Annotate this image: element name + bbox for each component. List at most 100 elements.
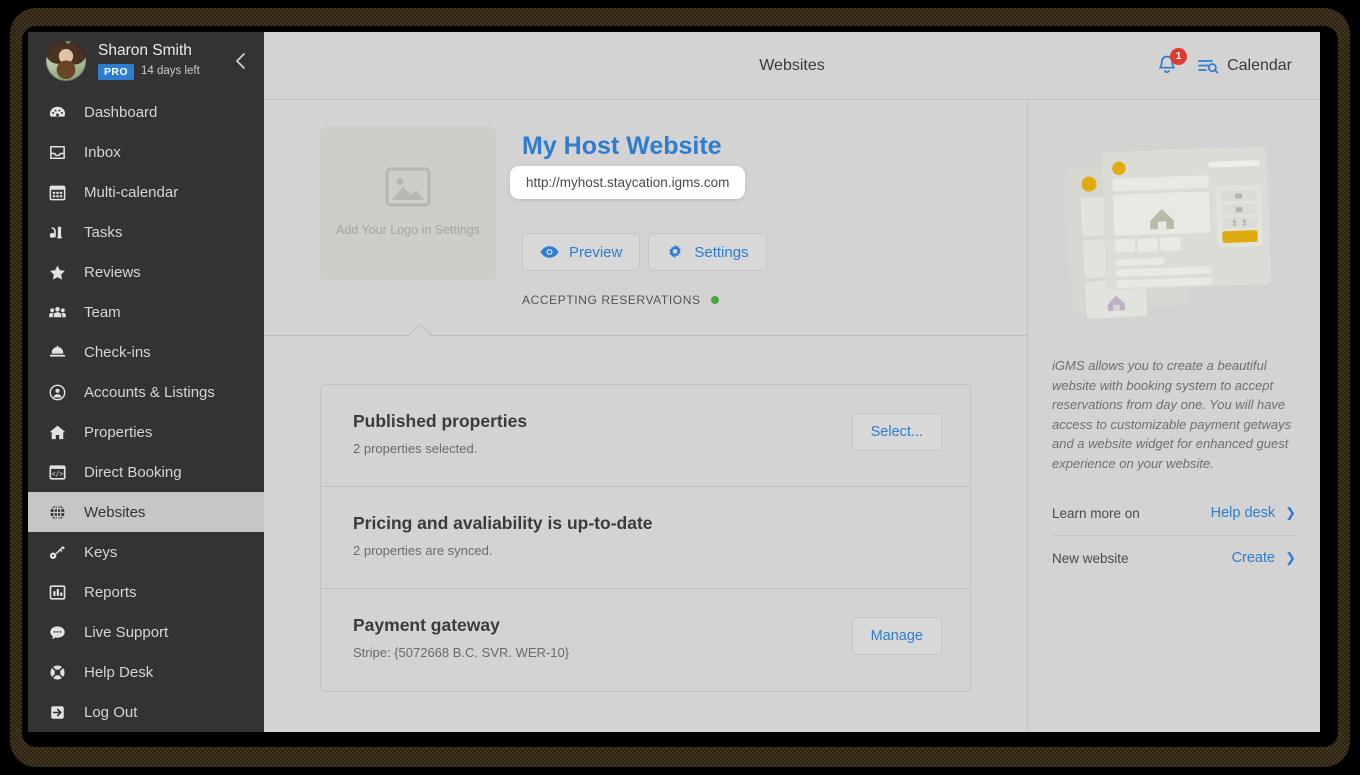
panel-row-new-website: New website Create ❯	[1052, 536, 1296, 580]
select-properties-button[interactable]: Select...	[851, 413, 942, 451]
website-title: My Host Website	[522, 132, 722, 160]
status-badge: ACCEPTING RESERVATIONS	[522, 293, 767, 307]
chevron-right-icon: ❯	[1285, 505, 1296, 520]
sidebar-item-label: Log Out	[84, 703, 138, 721]
globe-icon	[48, 503, 74, 522]
sidebar-item-label: Check-ins	[84, 343, 151, 361]
website-header: Add Your Logo in Settings My Host Websit…	[264, 100, 1027, 336]
sidebar-item-accounts-listings[interactable]: Accounts & Listings	[28, 372, 264, 412]
user-circle-icon	[48, 383, 74, 402]
calendar-button[interactable]: Calendar	[1197, 56, 1292, 76]
screenshot-root: Sharon Smith PRO 14 days left Dashboard	[0, 0, 1360, 775]
status-dot-icon	[710, 296, 719, 304]
help-desk-link[interactable]: Help desk ❯	[1211, 505, 1296, 521]
sidebar-item-live-support[interactable]: Live Support	[28, 612, 264, 652]
card-row-published-properties: Published properties 2 properties select…	[321, 385, 970, 487]
eye-icon	[540, 246, 559, 258]
panel-links: Learn more on Help desk ❯ New website Cr…	[1052, 491, 1296, 580]
sidebar-item-check-ins[interactable]: Check-ins	[28, 332, 264, 372]
list-search-icon	[1198, 59, 1219, 74]
sidebar-item-reviews[interactable]: Reviews	[28, 252, 264, 292]
card-row-payment-gateway: Payment gateway Stripe: {5072668 B.C. SV…	[321, 589, 970, 691]
create-website-link[interactable]: Create ❯	[1232, 550, 1296, 566]
image-placeholder-icon	[385, 167, 431, 208]
sidebar-item-direct-booking[interactable]: </> Direct Booking	[28, 452, 264, 492]
profile-text: Sharon Smith PRO 14 days left	[98, 42, 200, 80]
dashboard-icon	[48, 103, 74, 122]
sidebar-item-label: Dashboard	[84, 103, 158, 121]
key-icon	[48, 543, 74, 562]
sidebar-item-label: Multi-calendar	[84, 183, 179, 201]
card-text: Published properties 2 properties select…	[353, 411, 852, 456]
avatar	[46, 41, 86, 81]
settings-button[interactable]: Settings	[648, 233, 767, 271]
chevron-right-icon: ❯	[1285, 550, 1296, 565]
card-text: Pricing and avaliability is up-to-date 2…	[353, 513, 942, 558]
code-window-icon: </>	[48, 463, 74, 482]
website-url[interactable]: http://myhost.staycation.igms.com	[510, 166, 746, 199]
gear-icon	[669, 244, 682, 259]
sidebar-item-label: Reports	[84, 583, 137, 601]
settings-label: Settings	[694, 243, 749, 261]
website-actions: Preview Settings	[522, 233, 767, 271]
calendar-label: Calendar	[1227, 56, 1292, 74]
sidebar-item-label: Keys	[84, 543, 118, 561]
notifications-button[interactable]: 1	[1155, 47, 1188, 80]
settings-card: Published properties 2 properties select…	[320, 384, 971, 692]
sidebar-item-dashboard[interactable]: Dashboard	[28, 92, 264, 132]
profile-subline: PRO 14 days left	[98, 63, 200, 80]
preview-label: Preview	[569, 243, 623, 261]
profile-header[interactable]: Sharon Smith PRO 14 days left	[28, 32, 264, 90]
manage-payment-gateway-button[interactable]: Manage	[851, 617, 942, 655]
help-desk-link-label: Help desk	[1210, 505, 1276, 521]
users-icon	[48, 303, 74, 322]
panel-row-learn-more: Learn more on Help desk ❯	[1052, 491, 1296, 536]
logo-placeholder[interactable]: Add Your Logo in Settings	[320, 126, 496, 281]
home-icon	[48, 423, 74, 442]
inbox-icon	[48, 143, 74, 162]
main-area: Websites 1 Calendar Add Your Logo in Set…	[264, 32, 1320, 732]
create-website-link-label: Create	[1231, 550, 1276, 566]
sidebar-item-help-desk[interactable]: Help Desk	[28, 652, 264, 692]
card-title: Pricing and avaliability is up-to-date	[353, 513, 653, 533]
sidebar-nav: Dashboard Inbox Multi-calendar Tasks Rev…	[28, 90, 264, 732]
preview-button[interactable]: Preview	[522, 233, 641, 271]
sidebar-item-keys[interactable]: Keys	[28, 532, 264, 572]
sidebar-item-tasks[interactable]: Tasks	[28, 212, 264, 252]
sidebar-item-label: Tasks	[84, 223, 123, 241]
content-row: Add Your Logo in Settings My Host Websit…	[264, 100, 1320, 732]
card-text: Payment gateway Stripe: {5072668 B.C. SV…	[353, 615, 852, 660]
settings-cards: Published properties 2 properties select…	[264, 336, 1027, 692]
sidebar-item-label: Direct Booking	[84, 463, 182, 481]
card-row-pricing-availability: Pricing and avaliability is up-to-date 2…	[321, 487, 970, 589]
application-window: Sharon Smith PRO 14 days left Dashboard	[28, 32, 1320, 732]
logout-icon	[48, 703, 74, 722]
sidebar-item-team[interactable]: Team	[28, 292, 264, 332]
calendar-icon	[48, 183, 74, 202]
sidebar-item-websites[interactable]: Websites	[28, 492, 264, 532]
logo-placeholder-label: Add Your Logo in Settings	[336, 223, 480, 238]
sidebar-item-inbox[interactable]: Inbox	[28, 132, 264, 172]
tasks-icon	[48, 223, 74, 242]
sidebar-item-properties[interactable]: Properties	[28, 412, 264, 452]
sidebar-item-multi-calendar[interactable]: Multi-calendar	[28, 172, 264, 212]
sidebar-item-label: Reviews	[84, 263, 141, 281]
website-info: My Host Website http://myhost.staycation…	[510, 126, 767, 307]
sidebar-item-log-out[interactable]: Log Out	[28, 692, 264, 732]
sidebar-item-label: Properties	[84, 423, 153, 441]
card-title: Published properties	[353, 411, 528, 431]
trial-days-left: 14 days left	[140, 65, 200, 78]
card-subtitle: Stripe: {5072668 B.C. SVR. WER-10}	[353, 645, 570, 660]
sidebar-item-label: Websites	[84, 503, 146, 521]
chevron-left-icon[interactable]	[230, 49, 250, 73]
profile-name: Sharon Smith	[98, 42, 192, 60]
chat-icon	[48, 623, 74, 642]
center-column: Add Your Logo in Settings My Host Websit…	[264, 100, 1028, 732]
topbar-actions: 1 Calendar	[1155, 47, 1320, 80]
sidebar-item-reports[interactable]: Reports	[28, 572, 264, 612]
svg-text:</>: </>	[52, 470, 64, 478]
star-icon	[48, 263, 74, 282]
bar-chart-icon	[48, 583, 74, 602]
sidebar: Sharon Smith PRO 14 days left Dashboard	[28, 32, 264, 732]
lifebuoy-icon	[48, 663, 74, 682]
